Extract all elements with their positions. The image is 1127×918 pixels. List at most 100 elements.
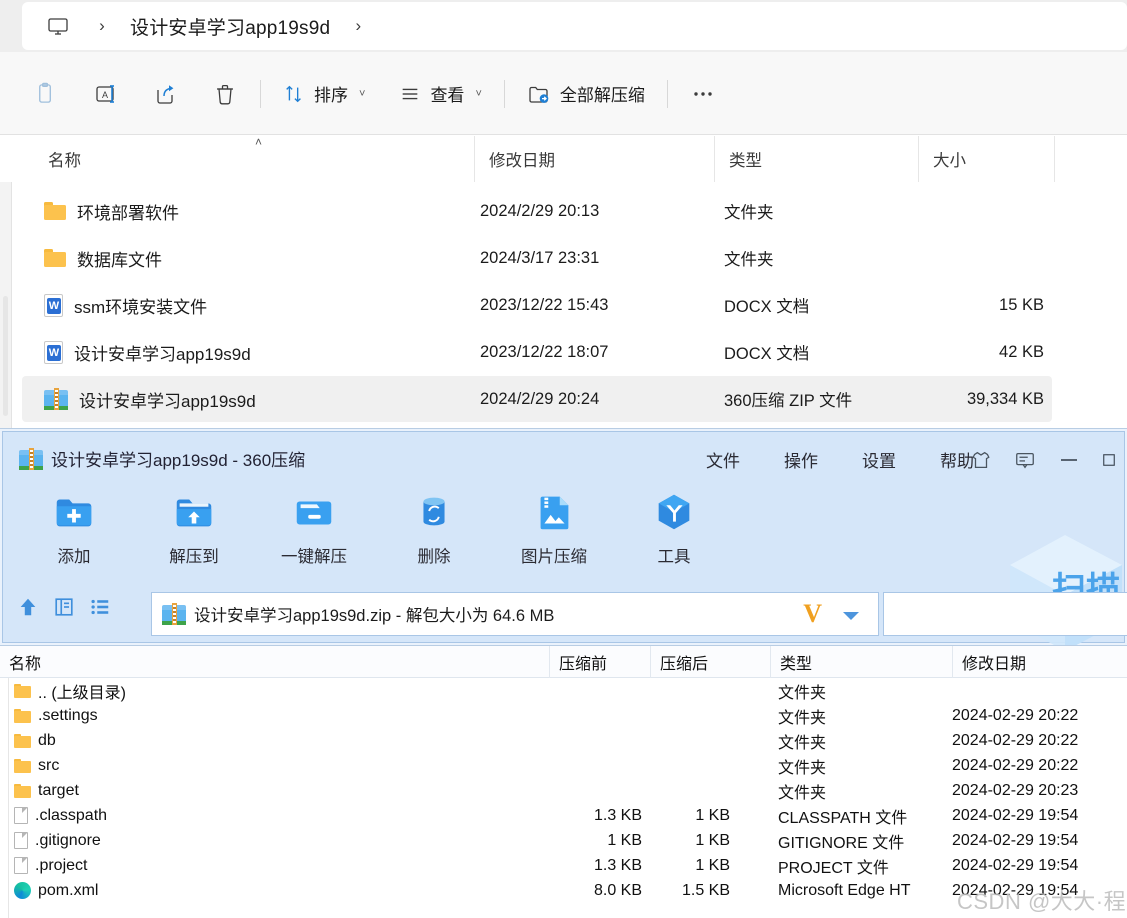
file-icon [14, 807, 28, 824]
more-options-button[interactable] [680, 71, 726, 117]
table-row[interactable]: ssm环境安装文件 2023/12/22 15:43 DOCX 文档 15 KB [22, 282, 1052, 328]
row-date-cell: 2024/2/29 20:13 [480, 201, 600, 220]
delete-button[interactable]: 删除 [403, 489, 465, 567]
row-type-cell: 文件夹 [778, 734, 827, 752]
one-click-extract-button[interactable]: 一键解压 [281, 489, 347, 567]
menu-item-settings[interactable]: 设置 [862, 447, 896, 472]
explorer-toolbar: A 排序 ˅ 查看 ˅ 全部解压缩 [0, 52, 1127, 135]
row-type-cell: PROJECT 文件 [778, 859, 889, 877]
archive-contents-list: 名称 压缩前 压缩后 类型 修改日期 .. (上级目录) 文件夹 .settin… [0, 645, 1127, 918]
table-row-selected[interactable]: 设计安卓学习app19s9d 2024/2/29 20:24 360压缩 ZIP… [22, 376, 1052, 422]
rename-button[interactable]: A [82, 71, 128, 117]
row-date-cell: 2024-02-29 19:54 [952, 856, 1079, 874]
up-arrow-icon[interactable] [17, 595, 39, 624]
list-item[interactable]: .. (上级目录) 文件夹 [0, 678, 1127, 703]
monitor-icon[interactable] [36, 0, 80, 52]
list-item[interactable]: db 文件夹 2024-02-29 20:22 [0, 728, 1127, 753]
tools-button-label: 工具 [657, 548, 691, 566]
docx-icon [44, 340, 63, 364]
row-after-cell: 1 KB [695, 831, 730, 849]
menu-item-operation[interactable]: 操作 [784, 447, 818, 472]
archive-column-name[interactable]: 名称 [0, 646, 549, 678]
row-date-cell: 2024-02-29 20:22 [952, 756, 1079, 774]
list-item[interactable]: target 文件夹 2024-02-29 20:23 [0, 778, 1127, 803]
column-header-spacer [1054, 136, 1127, 182]
extract-all-button[interactable]: 全部解压缩 [517, 71, 655, 117]
row-name-cell: src [14, 753, 59, 778]
maximize-button[interactable] [1100, 447, 1118, 473]
chevron-down-icon[interactable] [842, 609, 860, 627]
row-type-cell: GITIGNORE 文件 [778, 834, 905, 852]
breadcrumb-path-label[interactable]: 设计安卓学习app19s9d [124, 13, 336, 40]
row-before-cell: 1 KB [607, 831, 642, 849]
row-name-cell: .. (上级目录) [14, 678, 126, 703]
column-header-date[interactable]: 修改日期 [474, 136, 714, 182]
column-header-name[interactable]: 名称 [34, 136, 474, 182]
row-name-text: .project [35, 856, 88, 874]
row-type-cell: CLASSPATH 文件 [778, 809, 908, 827]
row-name-cell: .project [14, 853, 87, 878]
sort-button[interactable]: 排序 ˅ [273, 71, 375, 117]
list-item[interactable]: .project 1.3 KB 1 KB PROJECT 文件 2024-02-… [0, 853, 1127, 878]
list-item[interactable]: .gitignore 1 KB 1 KB GITIGNORE 文件 2024-0… [0, 828, 1127, 853]
add-button[interactable]: 添加 [43, 489, 105, 567]
extract-to-button[interactable]: 解压到 [163, 489, 225, 567]
folder-icon [44, 202, 66, 220]
panel-view-icon[interactable] [53, 596, 75, 623]
menu-item-file[interactable]: 文件 [706, 447, 740, 472]
row-date-cell: 2024/2/29 20:24 [480, 389, 600, 408]
table-row[interactable]: 数据库文件 2024/3/17 23:31 文件夹 [22, 235, 1052, 281]
share-button[interactable] [142, 71, 188, 117]
tools-button[interactable]: 工具 [643, 489, 705, 567]
folder-icon [14, 783, 31, 798]
zip-icon [19, 447, 43, 470]
minimize-button[interactable] [1056, 447, 1082, 473]
row-date-cell: 2024-02-29 19:54 [952, 831, 1079, 849]
row-name-text: 设计安卓学习app19s9d [79, 391, 256, 411]
row-name-cell: ssm环境安装文件 [44, 293, 207, 318]
column-header-size[interactable]: 大小 [918, 136, 1054, 182]
one-click-extract-label: 一键解压 [281, 548, 347, 566]
toolbar-divider-1 [260, 79, 261, 108]
zip-window-titlebar[interactable]: 设计安卓学习app19s9d - 360压缩 文件 操作 设置 帮助 [3, 432, 1124, 487]
row-name-cell: 设计安卓学习app19s9d [44, 340, 251, 365]
image-compress-button[interactable]: 图片压缩 [521, 489, 587, 567]
feedback-icon[interactable] [1012, 447, 1038, 473]
extract-all-label: 全部解压缩 [559, 86, 645, 105]
table-row[interactable]: 设计安卓学习app19s9d 2023/12/22 18:07 DOCX 文档 … [22, 329, 1052, 375]
add-button-label: 添加 [57, 548, 91, 566]
row-type-cell: 文件夹 [778, 709, 827, 727]
row-type-cell: DOCX 文档 [724, 298, 810, 316]
row-name-cell: .classpath [14, 803, 107, 828]
list-item[interactable]: .settings 文件夹 2024-02-29 20:22 [0, 703, 1127, 728]
archive-path-field[interactable]: 设计安卓学习app19s9d.zip - 解包大小为 64.6 MB V [151, 592, 879, 636]
breadcrumb-separator-2[interactable]: › [336, 0, 380, 52]
row-name-cell: target [14, 778, 79, 803]
folder-icon [14, 708, 31, 723]
explorer-titlebar: › 设计安卓学习app19s9d › [0, 0, 1127, 52]
archive-column-type[interactable]: 类型 [770, 646, 952, 678]
paste-button[interactable] [22, 71, 68, 117]
archive-column-headers: 名称 压缩前 压缩后 类型 修改日期 [0, 646, 1127, 678]
table-row[interactable]: 环境部署软件 2024/2/29 20:13 文件夹 [22, 188, 1052, 234]
archive-column-after[interactable]: 压缩后 [650, 646, 770, 678]
archive-column-before[interactable]: 压缩前 [549, 646, 650, 678]
view-button[interactable]: 查看 ˅ [389, 71, 491, 117]
delete-button[interactable] [202, 71, 248, 117]
zip-window-title: 设计安卓学习app19s9d - 360压缩 [19, 446, 305, 471]
zip-icon [162, 603, 186, 625]
archive-column-date[interactable]: 修改日期 [952, 646, 1127, 678]
row-name-cell: 环境部署软件 [44, 199, 179, 224]
row-name-text: .gitignore [35, 831, 101, 849]
archive-path-field-extension[interactable] [883, 592, 1127, 636]
row-type-cell: 360压缩 ZIP 文件 [724, 392, 853, 410]
list-item[interactable]: .classpath 1.3 KB 1 KB CLASSPATH 文件 2024… [0, 803, 1127, 828]
column-header-type[interactable]: 类型 [714, 136, 918, 182]
skin-shirt-icon[interactable] [968, 447, 994, 473]
list-item[interactable]: src 文件夹 2024-02-29 20:22 [0, 753, 1127, 778]
row-type-cell: 文件夹 [724, 251, 774, 269]
row-name-cell: db [14, 728, 56, 753]
row-date-cell: 2024-02-29 20:23 [952, 781, 1079, 799]
list-view-icon[interactable] [89, 596, 111, 623]
row-after-cell: 1 KB [695, 856, 730, 874]
